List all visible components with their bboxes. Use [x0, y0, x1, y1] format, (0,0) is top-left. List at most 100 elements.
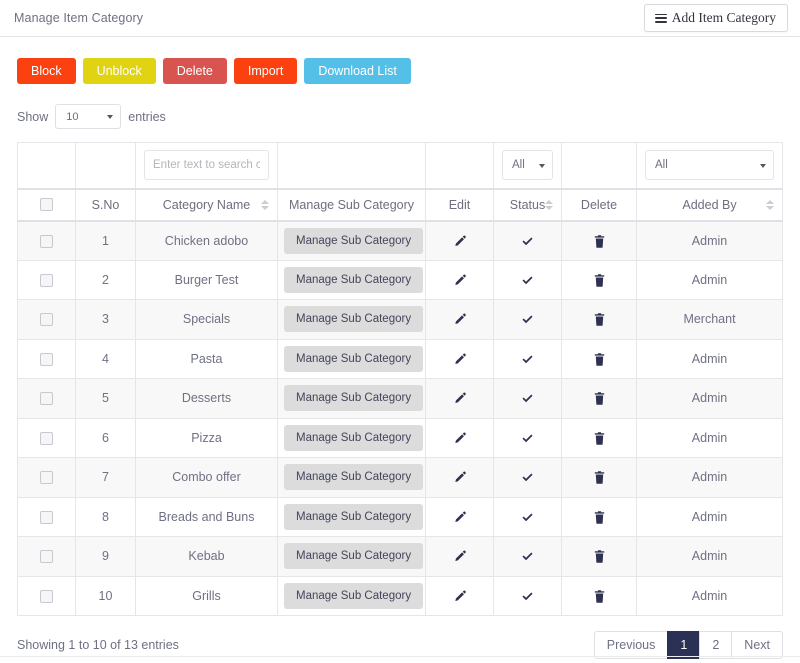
row-serial-number: 10	[75, 575, 136, 616]
manage-item-category-page: Manage Item Category Add Item Category B…	[0, 0, 800, 663]
length-menu: Show 102550100 entries	[0, 84, 800, 129]
hamburger-icon	[654, 13, 667, 23]
add-item-category-label: Add Item Category	[671, 10, 776, 26]
check-icon[interactable]	[521, 432, 534, 445]
bulk-action-block-button[interactable]: Block	[17, 58, 76, 84]
row-checkbox[interactable]	[40, 273, 53, 287]
row-sub-category-cell: Manage Sub Category	[277, 536, 426, 577]
row-category-name: Desserts	[135, 378, 278, 419]
manage-sub-category-button[interactable]: Manage Sub Category	[284, 227, 424, 254]
manage-sub-category-button[interactable]: Manage Sub Category	[284, 266, 424, 293]
added-by-filter-select[interactable]: AllAdminMerchant	[645, 150, 774, 181]
row-added-by: Admin	[636, 378, 783, 419]
manage-sub-category-button[interactable]: Manage Sub Category	[284, 306, 424, 333]
pagination-1-button[interactable]: 1	[667, 631, 700, 659]
manage-sub-category-button[interactable]: Manage Sub Category	[284, 582, 424, 609]
category-search-input[interactable]	[144, 150, 269, 181]
check-icon[interactable]	[521, 274, 534, 287]
row-edit-cell	[425, 536, 494, 577]
row-status-cell	[493, 496, 562, 537]
row-checkbox[interactable]	[40, 313, 53, 327]
pencil-icon[interactable]	[453, 235, 466, 248]
pencil-icon[interactable]	[453, 392, 466, 405]
status-filter-select[interactable]: AllActiveInactive	[502, 150, 553, 181]
manage-sub-category-button[interactable]: Manage Sub Category	[284, 385, 424, 412]
pencil-icon[interactable]	[453, 274, 466, 287]
pencil-icon[interactable]	[453, 353, 466, 366]
pagination-previous-button[interactable]: Previous	[593, 631, 668, 659]
pencil-icon[interactable]	[453, 550, 466, 563]
check-icon[interactable]	[521, 590, 534, 603]
table-row: 3 Specials Manage Sub Category Merchant	[17, 299, 783, 340]
trash-icon[interactable]	[594, 313, 605, 327]
pagination-next-button[interactable]: Next	[731, 631, 783, 659]
check-icon[interactable]	[521, 471, 534, 484]
row-delete-cell	[561, 299, 637, 340]
trash-icon[interactable]	[594, 353, 605, 366]
row-checkbox[interactable]	[40, 352, 53, 366]
trash-icon[interactable]	[594, 392, 605, 406]
trash-icon[interactable]	[594, 234, 605, 248]
pencil-icon[interactable]	[453, 432, 466, 445]
manage-sub-category-button[interactable]: Manage Sub Category	[284, 503, 424, 530]
entries-per-page-select[interactable]: 102550100	[55, 104, 122, 129]
check-icon[interactable]	[521, 313, 534, 326]
sort-arrows-icon[interactable]	[261, 199, 269, 210]
manage-sub-category-button[interactable]: Manage Sub Category	[284, 424, 424, 451]
manage-sub-category-button[interactable]: Manage Sub Category	[284, 543, 424, 570]
row-sub-category-cell: Manage Sub Category	[277, 575, 426, 616]
pencil-icon[interactable]	[453, 590, 466, 603]
trash-icon[interactable]	[594, 471, 605, 485]
row-checkbox[interactable]	[40, 471, 53, 485]
row-checkbox[interactable]	[40, 392, 53, 406]
trash-icon[interactable]	[594, 432, 605, 445]
row-added-by: Admin	[636, 496, 783, 537]
row-added-by: Admin	[636, 338, 783, 379]
check-icon[interactable]	[521, 353, 534, 366]
column-header-label: Delete	[580, 197, 618, 212]
trash-icon[interactable]	[594, 511, 605, 524]
check-icon[interactable]	[521, 392, 534, 405]
row-checkbox[interactable]	[40, 589, 53, 603]
pencil-icon[interactable]	[453, 471, 466, 484]
column-header-category-name[interactable]: Category Name	[135, 188, 278, 222]
column-header-added-by[interactable]: Added By	[636, 188, 783, 222]
table-info: Showing 1 to 10 of 13 entries	[17, 638, 179, 652]
row-serial-number: 1	[75, 220, 136, 261]
row-checkbox[interactable]	[40, 431, 53, 445]
sort-arrows-icon[interactable]	[766, 199, 774, 210]
row-edit-cell	[425, 338, 494, 379]
row-checkbox[interactable]	[40, 234, 53, 248]
row-select-cell	[17, 220, 76, 261]
row-checkbox[interactable]	[40, 510, 53, 524]
table-row: 1 Chicken adobo Manage Sub Category Admin	[17, 220, 783, 261]
add-item-category-button[interactable]: Add Item Category	[643, 4, 788, 32]
row-status-cell	[493, 299, 562, 340]
pagination-2-button[interactable]: 2	[699, 631, 732, 659]
pencil-icon[interactable]	[453, 511, 466, 524]
check-icon[interactable]	[521, 235, 534, 248]
row-status-cell	[493, 378, 562, 419]
trash-icon[interactable]	[594, 590, 605, 603]
check-icon[interactable]	[521, 550, 534, 563]
select-all-checkbox[interactable]	[40, 198, 53, 211]
row-checkbox[interactable]	[40, 550, 53, 564]
sort-arrows-icon[interactable]	[545, 199, 553, 210]
pencil-icon[interactable]	[453, 313, 466, 326]
manage-sub-category-button[interactable]: Manage Sub Category	[284, 345, 424, 372]
trash-icon[interactable]	[594, 550, 605, 564]
bulk-action-unblock-button[interactable]: Unblock	[82, 58, 156, 84]
bulk-action-delete-button[interactable]: Delete	[162, 58, 227, 84]
manage-sub-category-button[interactable]: Manage Sub Category	[284, 464, 424, 491]
category-table-container: AllActiveInactive AllAdminMerchant S.No C…	[0, 129, 800, 616]
column-header-label: Manage Sub Category	[288, 197, 415, 212]
bulk-action-import-button[interactable]: Import	[233, 58, 298, 84]
table-row: 10 Grills Manage Sub Category Admin	[17, 575, 783, 616]
row-added-by: Admin	[636, 259, 783, 300]
row-edit-cell	[425, 299, 494, 340]
bulk-action-download-list-button[interactable]: Download List	[304, 58, 411, 84]
trash-icon[interactable]	[594, 274, 605, 287]
column-header-status[interactable]: Status	[493, 188, 562, 222]
length-menu-suffix: entries	[128, 109, 166, 124]
check-icon[interactable]	[521, 511, 534, 524]
